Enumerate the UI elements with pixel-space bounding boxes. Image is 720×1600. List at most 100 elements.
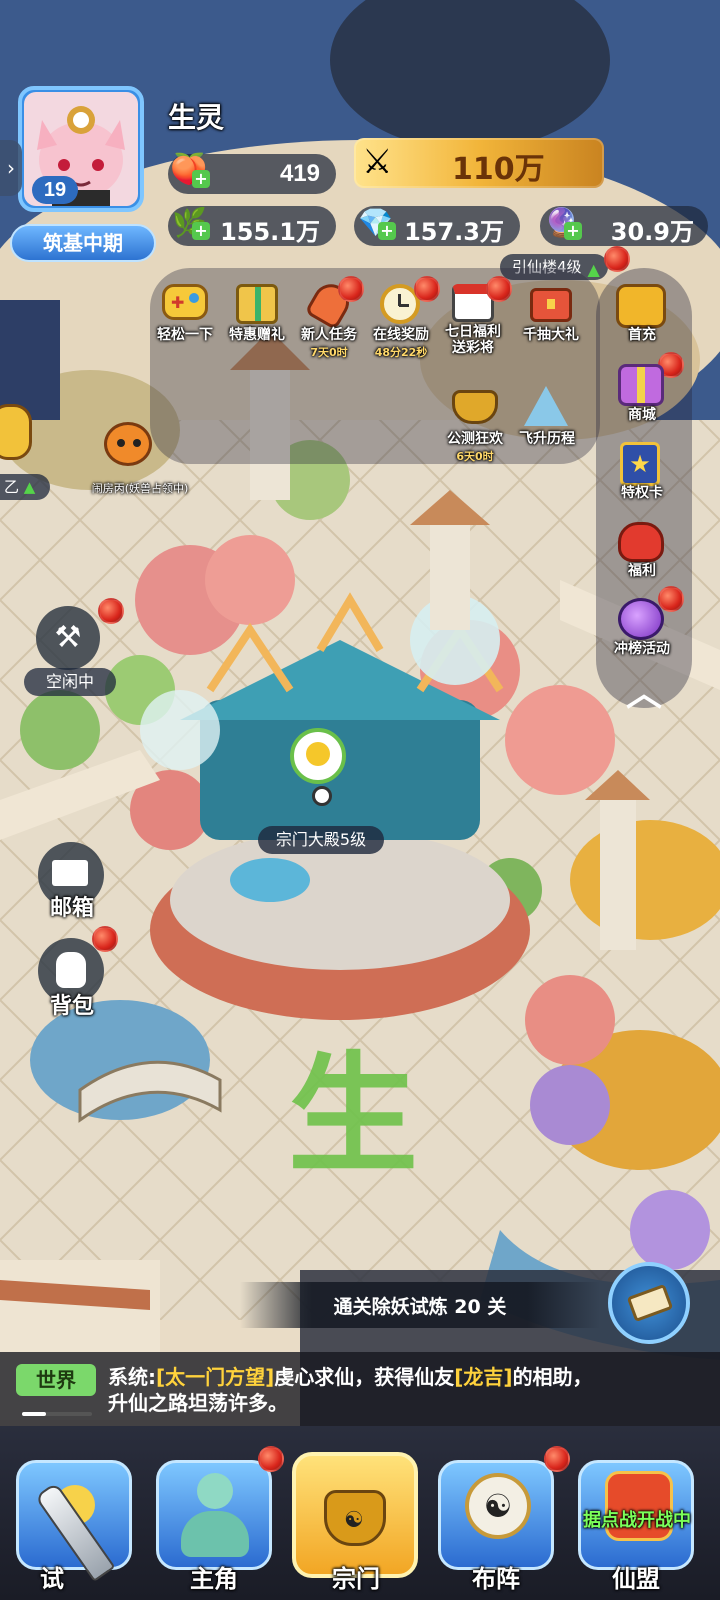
trophy-icon bbox=[616, 284, 666, 328]
room-building[interactable]: 闹房丙(妖兽占领中) bbox=[80, 420, 200, 500]
chevron-right-icon: › bbox=[7, 156, 15, 180]
purple-orb-icon bbox=[618, 598, 664, 640]
chat-text: 虔心求仙，获得仙友 bbox=[274, 1365, 455, 1389]
chat-panel[interactable]: 世界 系统:[太一门方望]虔心求仙，获得仙友[龙吉]的相助， 升仙之路坦荡许多。 bbox=[0, 1352, 720, 1426]
pumpkin-monster-icon bbox=[104, 422, 152, 466]
notification-dot bbox=[604, 246, 630, 272]
chat-name-link[interactable]: [龙吉] bbox=[454, 1365, 512, 1389]
activity-online-reward[interactable]: 在线奖励 48分22秒 bbox=[366, 276, 440, 362]
mail-label: 邮箱 bbox=[49, 896, 94, 921]
energy-counter[interactable]: 🍑 + 419 bbox=[168, 152, 336, 194]
activity-timer: 6天0时 bbox=[456, 450, 494, 463]
herb-value: 155.1万 bbox=[220, 218, 320, 246]
golden-cauldron-icon bbox=[452, 390, 498, 424]
ranking-event-button[interactable]: 冲榜活动 bbox=[614, 596, 670, 666]
chevron-up-icon: ︿ bbox=[626, 673, 663, 714]
first-recharge-button[interactable]: 首充 bbox=[614, 282, 670, 352]
notification-dot bbox=[486, 276, 512, 302]
nav-tab-alliance[interactable]: 据点战开战中 仙盟 bbox=[568, 1440, 704, 1600]
player-name: 生灵 bbox=[168, 101, 225, 134]
compass-icon: ☯ bbox=[438, 1460, 554, 1570]
main-hall-label[interactable]: 宗门大殿5级 bbox=[258, 826, 384, 854]
side-shortcut-button[interactable] bbox=[0, 404, 32, 460]
chat-page-indicator bbox=[22, 1412, 92, 1416]
power-value: 110万 bbox=[452, 152, 545, 187]
mail-button[interactable]: 邮箱 bbox=[32, 840, 112, 930]
spirit-stone-value: 157.3万 bbox=[404, 218, 504, 246]
notification-dot bbox=[258, 1446, 284, 1472]
nav-label: 仙盟 bbox=[612, 1565, 660, 1593]
shop-button[interactable]: 商城 bbox=[614, 362, 670, 432]
chat-text: 的相助， bbox=[512, 1365, 593, 1389]
activity-special-gift[interactable]: 特惠赠礼 bbox=[222, 282, 292, 362]
privilege-card-button[interactable]: ★ 特权卡 bbox=[614, 440, 670, 510]
crossed-swords-icon: ⚔ bbox=[362, 142, 393, 182]
menu-label: 福利 bbox=[628, 563, 656, 579]
activity-seven-day[interactable]: 七日福利 送彩将 bbox=[438, 276, 512, 362]
bag-label: 背包 bbox=[49, 994, 94, 1019]
spirit-stone-counter[interactable]: 💎 + 157.3万 bbox=[354, 206, 520, 246]
plus-icon: + bbox=[564, 222, 582, 240]
plus-icon: + bbox=[192, 170, 210, 188]
activity-ascension[interactable]: 飞升历程 bbox=[512, 384, 582, 464]
quest-scroll-button[interactable] bbox=[608, 1262, 690, 1344]
chat-message: 系统:[太一门方望]虔心求仙，获得仙友[龙吉]的相助， 升仙之路坦荡许多。 bbox=[108, 1364, 708, 1416]
plus-icon: + bbox=[192, 222, 210, 240]
notification-dot bbox=[544, 1446, 570, 1472]
location-pin-icon bbox=[312, 786, 332, 806]
notification-dot bbox=[338, 276, 364, 302]
room-label: 闹房丙(妖兽占领中) bbox=[91, 482, 189, 495]
chat-name-link[interactable]: [太一门方望] bbox=[156, 1365, 274, 1389]
upgrade-arrow-icon: ▲ bbox=[587, 260, 600, 279]
notification-dot bbox=[92, 926, 118, 952]
alliance-battle-badge: 据点战开战中 bbox=[583, 1510, 691, 1531]
activity-label: 千抽大礼 bbox=[523, 327, 579, 343]
activity-relax[interactable]: ✚ 轻松一下 bbox=[150, 282, 220, 362]
activity-newbie-task[interactable]: 新人任务 7天0时 bbox=[294, 276, 364, 362]
collapse-menu-button[interactable]: ︿ bbox=[604, 668, 680, 714]
left-tag[interactable]: 乙 ▲ bbox=[0, 474, 50, 500]
left-tag-text: 乙 bbox=[4, 478, 20, 496]
welfare-button[interactable]: 福利 bbox=[614, 518, 670, 588]
yin-yang-icon: ☯ bbox=[344, 1508, 364, 1533]
special-currency-counter[interactable]: 🔮 + 30.9万 bbox=[540, 206, 708, 246]
special-value: 30.9万 bbox=[610, 218, 694, 246]
upgrade-arrow-icon: ▲ bbox=[23, 478, 36, 496]
main-hall-marker[interactable] bbox=[282, 728, 358, 808]
nav-tab-formation[interactable]: ☯ 布阵 bbox=[428, 1440, 564, 1600]
nav-label: 布阵 bbox=[472, 1565, 520, 1593]
herb-counter[interactable]: 🌿 + 155.1万 bbox=[168, 206, 336, 246]
player-level-badge: 19 bbox=[32, 176, 78, 204]
nav-label: 宗门 bbox=[332, 1565, 380, 1593]
player-avatar[interactable]: 19 bbox=[18, 86, 144, 212]
hammer-icon: ⚒ bbox=[36, 606, 100, 670]
menu-label: 商城 bbox=[628, 407, 656, 423]
energy-value: 419 bbox=[279, 160, 320, 187]
notification-dot bbox=[414, 276, 440, 302]
idle-label: 空闲中 bbox=[24, 668, 116, 696]
side-collapse-button[interactable]: › bbox=[0, 140, 22, 196]
gift-box-icon bbox=[618, 364, 664, 406]
activity-thousand-draws[interactable]: 千抽大礼 bbox=[512, 282, 592, 362]
chat-text: 升仙之路坦荡许多。 bbox=[108, 1391, 288, 1415]
watermark: 生 bbox=[288, 1038, 419, 1191]
chat-channel-tag[interactable]: 世界 bbox=[16, 1364, 96, 1396]
crystal-mountain-icon bbox=[524, 386, 568, 426]
quest-text: 通关除妖试炼 20 关 bbox=[333, 1296, 507, 1318]
menu-label: 首充 bbox=[628, 327, 656, 343]
red-pouch-icon bbox=[618, 522, 664, 562]
combat-power[interactable]: ⚔ 110万 bbox=[354, 138, 604, 188]
notification-dot bbox=[98, 598, 124, 624]
player-realm-badge: 筑基中期 bbox=[10, 224, 156, 262]
menu-label: 冲榜活动 bbox=[614, 641, 670, 657]
plus-icon: + bbox=[378, 222, 396, 240]
nav-tab-sect[interactable]: ☯ 宗门 bbox=[288, 1440, 424, 1600]
meditating-figure-icon bbox=[156, 1460, 272, 1570]
gift-box-icon bbox=[236, 284, 278, 324]
scroll-icon bbox=[626, 1283, 674, 1323]
star-card-icon: ★ bbox=[620, 442, 660, 486]
activity-beta-carnival[interactable]: 公测狂欢 6天0时 bbox=[440, 384, 510, 464]
bell-icon bbox=[290, 728, 346, 784]
quest-banner[interactable]: 通关除妖试炼 20 关 bbox=[240, 1282, 600, 1328]
activity-label: 飞升历程 bbox=[519, 431, 575, 447]
